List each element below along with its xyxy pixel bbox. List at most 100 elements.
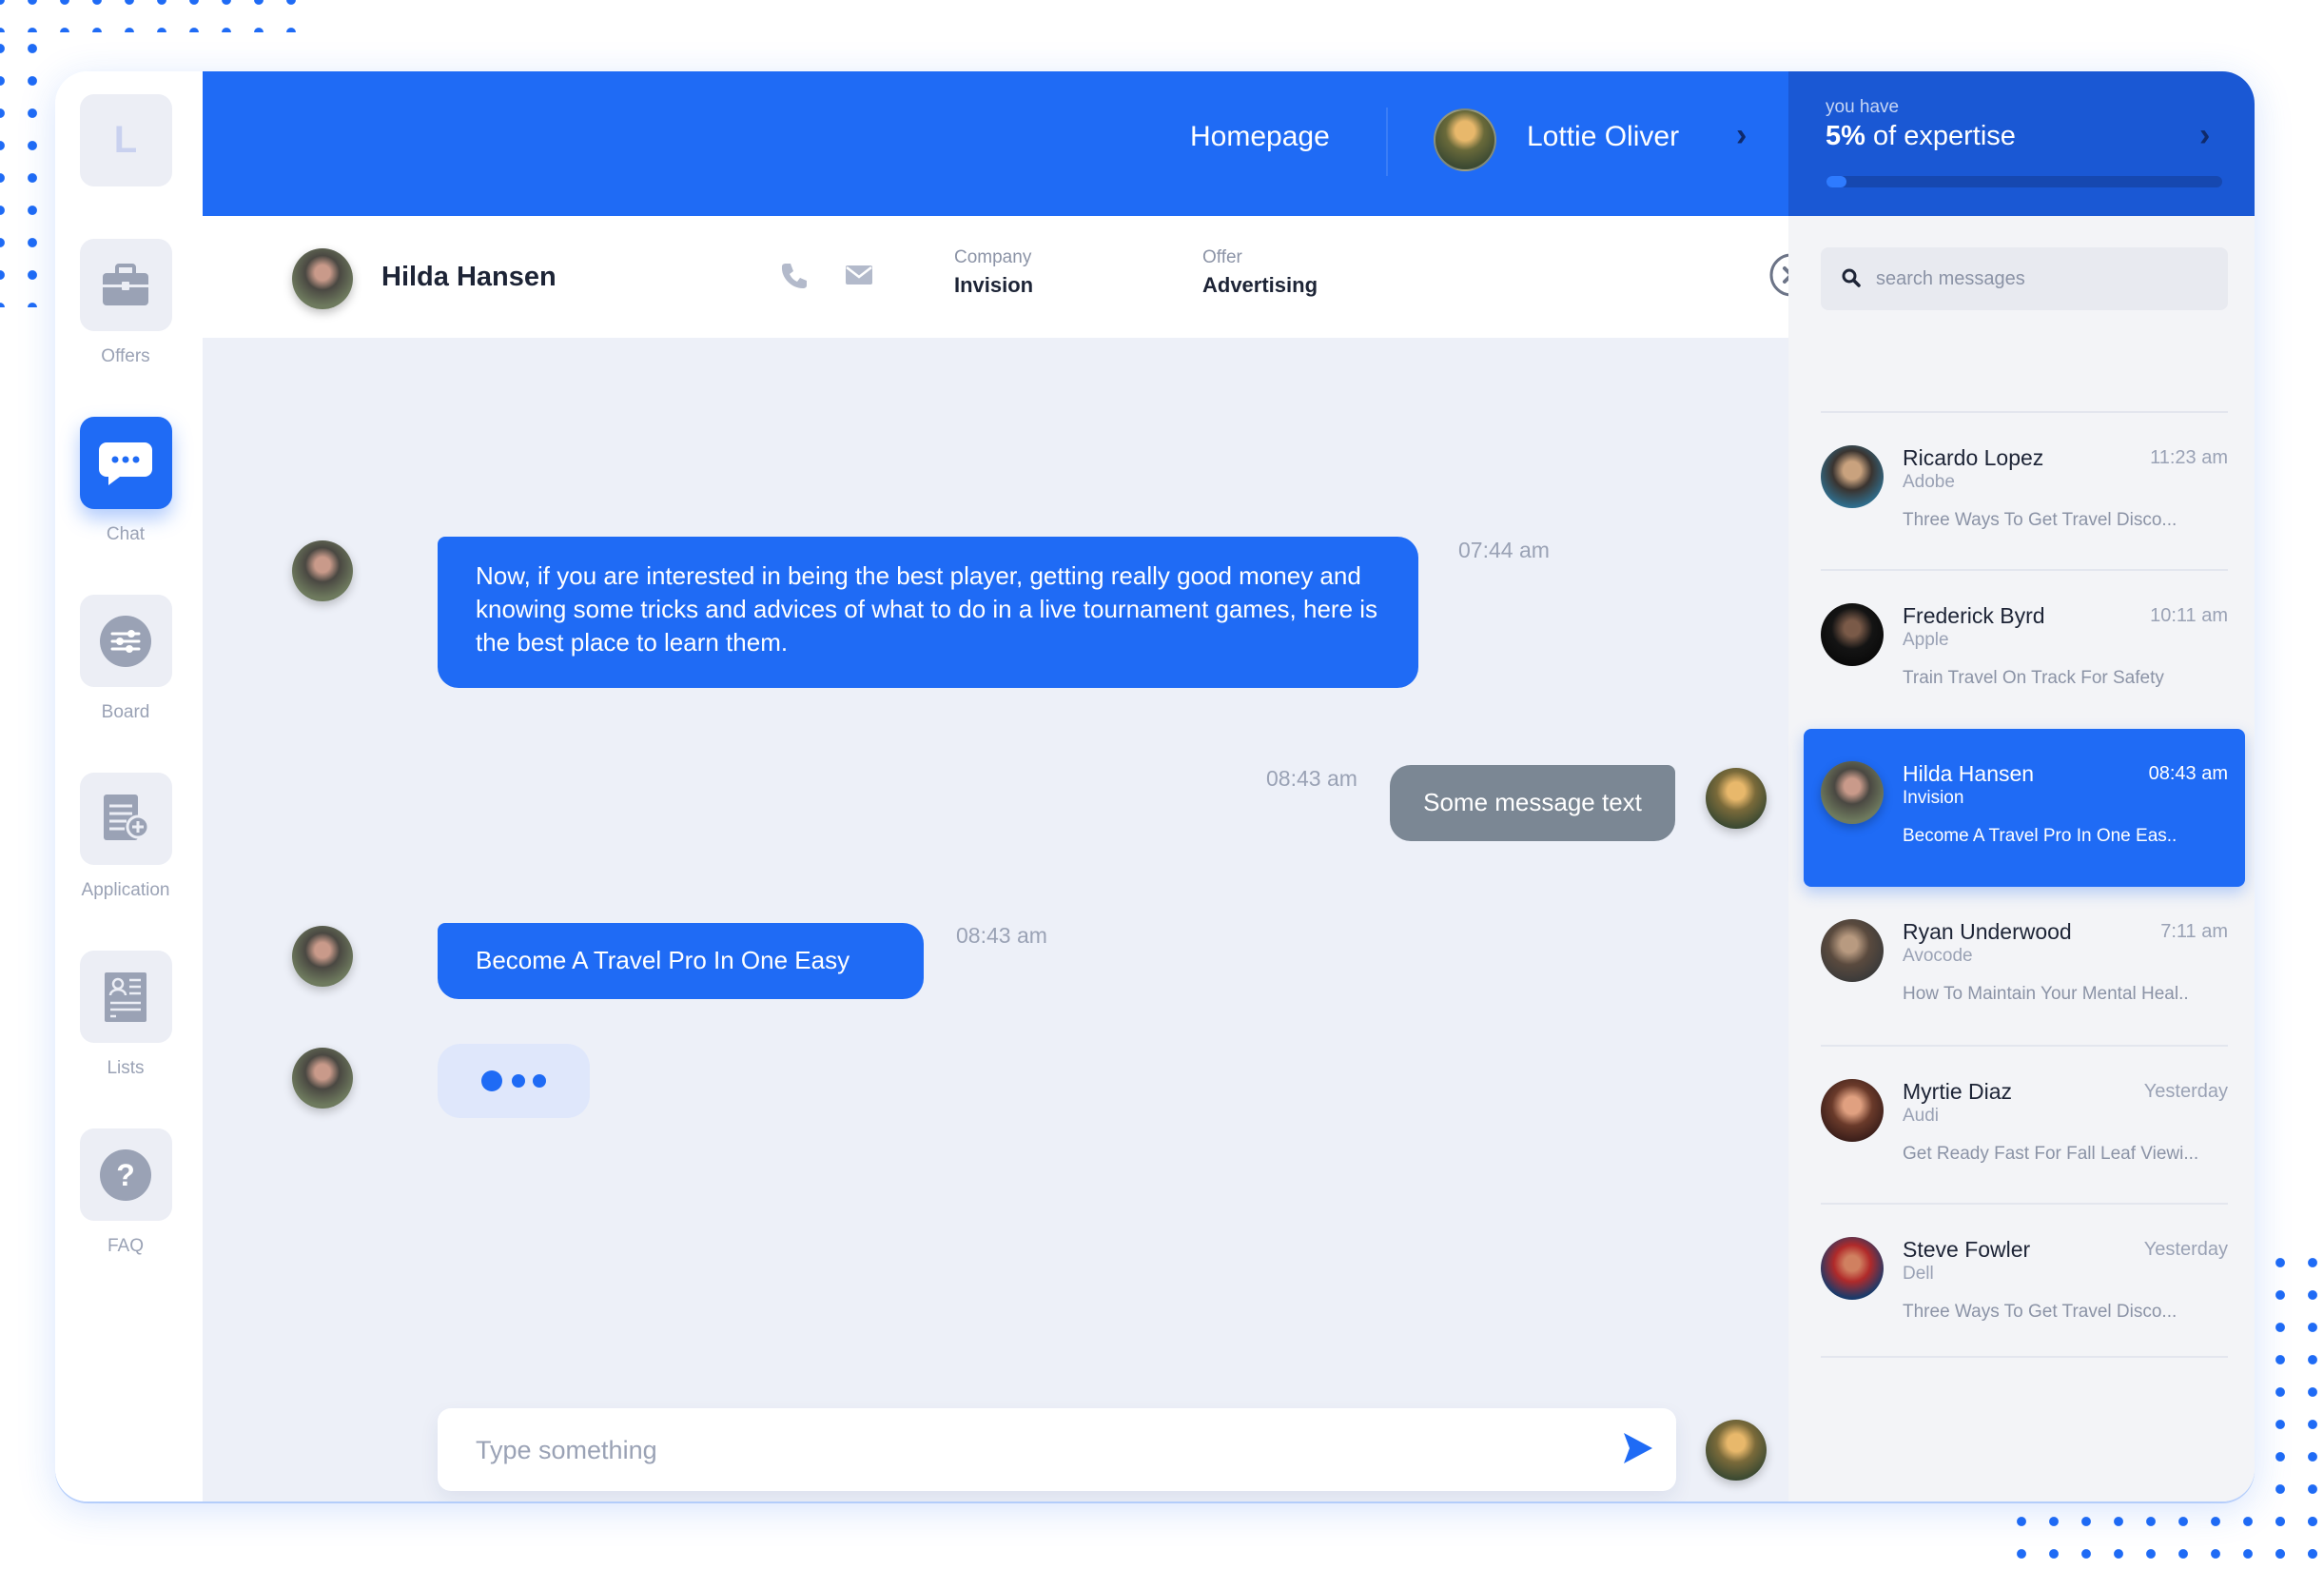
message-bubble: Some message text — [1390, 765, 1675, 841]
sender-avatar — [292, 926, 353, 987]
contact-avatar[interactable] — [292, 248, 353, 309]
sidebar-item-label: Offers — [101, 346, 150, 366]
sidebar-item-label: FAQ — [107, 1236, 144, 1256]
message-text: Become A Travel Pro In One Easy — [476, 946, 850, 974]
homepage-link[interactable]: Homepage — [1190, 121, 1330, 153]
conversation-item[interactable]: Steve Fowler Yesterday Dell Three Ways T… — [1821, 1203, 2228, 1361]
avatar — [1821, 761, 1884, 824]
conversation-preview: How To Maintain Your Mental Heal.. — [1903, 984, 2189, 1004]
conversation-time: Yesterday — [2143, 1081, 2228, 1102]
logo-letter: L — [113, 119, 138, 161]
message-bubble: Become A Travel Pro In One Easy — [438, 923, 924, 999]
expertise-progress-bar — [1826, 176, 2222, 187]
conversation-company: Dell — [1903, 1264, 1934, 1284]
user-avatar[interactable] — [1434, 108, 1496, 171]
chevron-right-icon[interactable]: › — [2199, 117, 2210, 154]
conversation-time: 7:11 am — [2160, 921, 2228, 942]
sender-avatar — [292, 540, 353, 601]
sidebar-item-board[interactable]: Board — [78, 595, 173, 723]
avatar — [1821, 445, 1884, 508]
logo[interactable]: L — [78, 94, 173, 186]
contact-name: Hilda Hansen — [381, 262, 557, 292]
sliders-icon — [100, 615, 151, 667]
conversation-name: Ricardo Lopez — [1903, 445, 2044, 470]
message-thread: Now, if you are interested in being the … — [203, 338, 1788, 1501]
contact-card-icon — [105, 971, 146, 1022]
conversation-list-panel: Ricardo Lopez 11:23 am Adobe Three Ways … — [1788, 216, 2255, 1501]
sidebar-item-label: Chat — [106, 524, 146, 544]
conversation-preview: Get Ready Fast For Fall Leaf Viewi... — [1903, 1144, 2199, 1164]
conversation-name: Hilda Hansen — [1903, 761, 2035, 786]
conversation-company: Invision — [1903, 788, 1964, 808]
sidebar-item-offers[interactable]: Offers — [78, 239, 173, 367]
search-icon — [1842, 268, 1861, 287]
dot-pattern-bottom — [2005, 1505, 2324, 1570]
conversation-time: Yesterday — [2143, 1239, 2228, 1260]
conversation-time: 08:43 am — [2148, 763, 2228, 784]
avatar — [1821, 919, 1884, 982]
briefcase-icon — [103, 263, 148, 305]
offer-value: Advertising — [1202, 273, 1318, 297]
typing-indicator — [438, 1044, 590, 1118]
own-avatar — [1706, 1420, 1767, 1481]
dot-pattern-top-left — [0, 0, 307, 32]
conversation-name: Steve Fowler — [1903, 1237, 2031, 1262]
conversation-preview: Train Travel On Track For Safety — [1903, 668, 2164, 688]
conversation-preview: Three Ways To Get Travel Disco... — [1903, 1302, 2178, 1322]
message-time: 08:43 am — [1266, 766, 1357, 791]
conversation-preview: Three Ways To Get Travel Disco... — [1903, 510, 2178, 530]
expertise-percent: 5% — [1826, 121, 1865, 151]
avatar — [1821, 1237, 1884, 1300]
conversation-item[interactable]: Frederick Byrd 10:11 am Apple Train Trav… — [1821, 569, 2228, 727]
expertise-progress-fill — [1826, 176, 1846, 187]
message-input[interactable] — [476, 1427, 1570, 1473]
offer-label: Offer — [1202, 247, 1242, 267]
search-input[interactable] — [1876, 264, 2199, 294]
expertise-text: 5% of expertise — [1826, 121, 2016, 152]
sidebar-item-application[interactable]: Application — [78, 773, 173, 901]
top-bar: Homepage Lottie Oliver › — [203, 71, 1788, 216]
conversation-name: Myrtie Diaz — [1903, 1079, 2013, 1104]
conversation-company: Avocode — [1903, 946, 1973, 966]
sidebar-item-lists[interactable]: Lists — [78, 951, 173, 1079]
expertise-caption: you have — [1826, 97, 1900, 117]
typing-dot — [481, 1070, 502, 1091]
document-add-icon — [104, 794, 150, 840]
user-name[interactable]: Lottie Oliver — [1527, 121, 1679, 153]
sidebar-item-label: Application — [81, 880, 170, 900]
conversation-preview: Become A Travel Pro In One Eas.. — [1903, 826, 2178, 846]
typing-dot — [533, 1074, 546, 1088]
conversation-item[interactable]: Myrtie Diaz Yesterday Audi Get Ready Fas… — [1821, 1045, 2228, 1203]
expertise-label: of expertise — [1865, 121, 2016, 151]
company-label: Company — [954, 247, 1032, 267]
send-icon[interactable] — [1622, 1431, 1654, 1465]
sidebar-item-faq[interactable]: ? FAQ — [78, 1128, 173, 1257]
chevron-right-icon[interactable]: › — [1736, 117, 1747, 154]
expertise-panel[interactable]: you have 5% of expertise › — [1788, 71, 2255, 216]
message-text: Some message text — [1423, 788, 1642, 816]
message-time: 08:43 am — [956, 923, 1047, 948]
message-time: 07:44 am — [1458, 538, 1550, 562]
conversation-name: Ryan Underwood — [1903, 919, 2072, 944]
conversation-company: Audi — [1903, 1106, 1940, 1126]
sidebar-item-label: Lists — [107, 1058, 145, 1078]
conversation-time: 10:11 am — [2150, 605, 2228, 626]
sender-avatar — [292, 1048, 353, 1109]
list-divider — [1821, 1356, 2228, 1358]
conversation-company: Adobe — [1903, 472, 1955, 492]
sidebar-nav: L Offers Chat Board Application Lists ? … — [55, 71, 203, 1501]
conversation-header: Hilda Hansen Company Invision Offer Adve… — [203, 216, 1813, 338]
conversation-item-active[interactable]: Hilda Hansen 08:43 am Invision Become A … — [1804, 729, 2245, 887]
dot-pattern-left — [0, 32, 49, 307]
company-value: Invision — [954, 273, 1034, 297]
own-avatar — [1706, 768, 1767, 829]
search-box — [1821, 247, 2228, 310]
mail-icon[interactable] — [846, 265, 872, 285]
svg-text:?: ? — [116, 1158, 135, 1192]
conversation-time: 11:23 am — [2150, 447, 2228, 468]
avatar — [1821, 603, 1884, 666]
conversation-item[interactable]: Ricardo Lopez 11:23 am Adobe Three Ways … — [1821, 411, 2228, 569]
sidebar-item-chat[interactable]: Chat — [78, 417, 173, 545]
phone-icon[interactable] — [780, 262, 807, 290]
conversation-item[interactable]: Ryan Underwood 7:11 am Avocode How To Ma… — [1821, 887, 2228, 1045]
